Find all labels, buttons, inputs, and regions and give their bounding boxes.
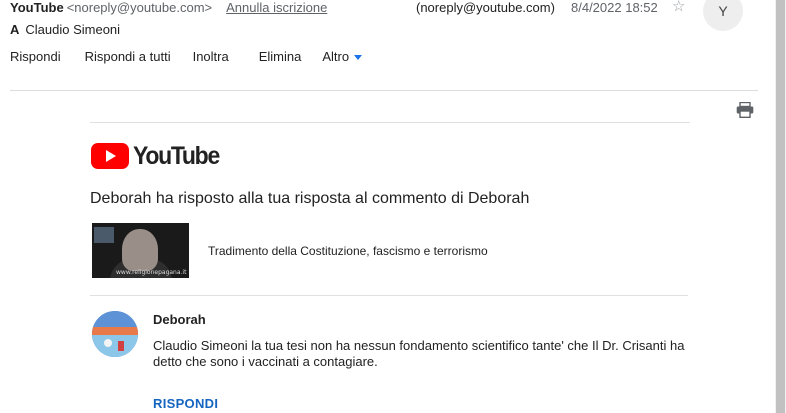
thumbnail-person-head — [122, 229, 158, 271]
delete-button[interactable]: Elimina — [259, 48, 302, 66]
header-divider — [10, 90, 758, 91]
scrollbar-thumb[interactable] — [776, 0, 785, 413]
recipient-line: A Claudio Simeoni — [10, 22, 120, 38]
avatar-sea — [92, 335, 138, 357]
reply-link[interactable]: RISPONDI — [153, 396, 218, 412]
youtube-wordmark: YouTube — [133, 141, 220, 170]
to-label: A — [10, 22, 20, 37]
comment-text: Claudio Simeoni la tua tesi non ha nessu… — [153, 338, 685, 369]
print-icon[interactable] — [736, 102, 754, 118]
comment-divider — [90, 295, 688, 296]
video-thumbnail[interactable]: www.religionepagana.it — [92, 223, 189, 278]
thumbnail-caption: www.religionepagana.it — [116, 269, 187, 276]
forward-button[interactable]: Inoltra — [193, 48, 229, 66]
avatar-detail-1 — [104, 339, 112, 347]
avatar-detail-2 — [118, 341, 124, 351]
youtube-logo[interactable]: YouTube — [91, 142, 226, 170]
reply-to-address: (noreply@youtube.com) — [416, 0, 555, 15]
recipient-name: Claudio Simeoni — [25, 22, 121, 37]
video-title-link[interactable]: Tradimento della Costituzione, fascismo … — [208, 243, 488, 259]
youtube-play-icon — [91, 143, 129, 169]
reply-all-button[interactable]: Rispondi a tutti — [85, 48, 171, 66]
body-top-divider — [90, 122, 690, 123]
comment-author: Deborah — [153, 312, 206, 327]
message-toolbar: Rispondi Rispondi a tutti Inoltra Elimin… — [10, 48, 363, 66]
unsubscribe-link[interactable]: Annulla iscrizione — [226, 0, 327, 15]
sender-name: YouTube — [10, 0, 64, 15]
notification-headline: Deborah ha risposto alla tua risposta al… — [90, 190, 530, 207]
chevron-down-icon — [354, 54, 363, 60]
more-label: Altro — [322, 49, 350, 64]
reply-button[interactable]: Rispondi — [10, 48, 61, 66]
more-button[interactable]: Altro — [322, 48, 363, 66]
sender-line: YouTube <noreply@youtube.com> Annulla iscr… — [10, 0, 327, 16]
sender-avatar[interactable]: Y — [703, 0, 743, 31]
message-date: 8/4/2022 18:52 — [571, 0, 658, 15]
sender-email: <noreply@youtube.com> — [66, 0, 213, 15]
avatar-band — [92, 327, 138, 335]
commenter-avatar — [92, 311, 138, 357]
thumbnail-monitor — [94, 227, 114, 243]
star-icon[interactable]: ☆ — [672, 0, 685, 16]
